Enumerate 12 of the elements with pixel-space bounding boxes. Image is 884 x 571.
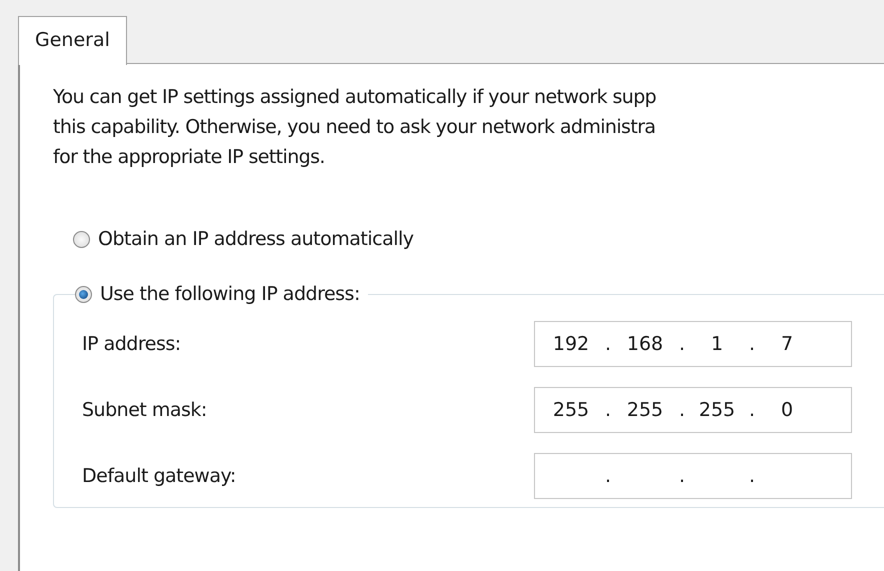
ip-address-field[interactable]: . . . <box>534 453 852 499</box>
tab[interactable]: General <box>18 16 127 65</box>
radio-button[interactable] <box>75 286 92 302</box>
radio-label[interactable]: Use the following IP address: <box>100 283 360 305</box>
ip-address-field[interactable]: 255 . 255 . 255 . 0 <box>534 387 852 433</box>
field-label: Default gateway: <box>82 465 237 487</box>
field-label: IP address: <box>82 333 182 355</box>
radio-label[interactable]: Obtain an IP address automatically <box>98 228 414 250</box>
field-label: Subnet mask: <box>82 399 208 421</box>
ip-address-field[interactable]: 192 . 168 . 1 . 7 <box>534 321 852 367</box>
radio-button[interactable] <box>73 230 90 248</box>
intro-text: You can get IP settings assigned automatically if your network supp this capability. Otherwise, you need to ask your network administra for the appropriate IP settings. <box>53 85 658 170</box>
